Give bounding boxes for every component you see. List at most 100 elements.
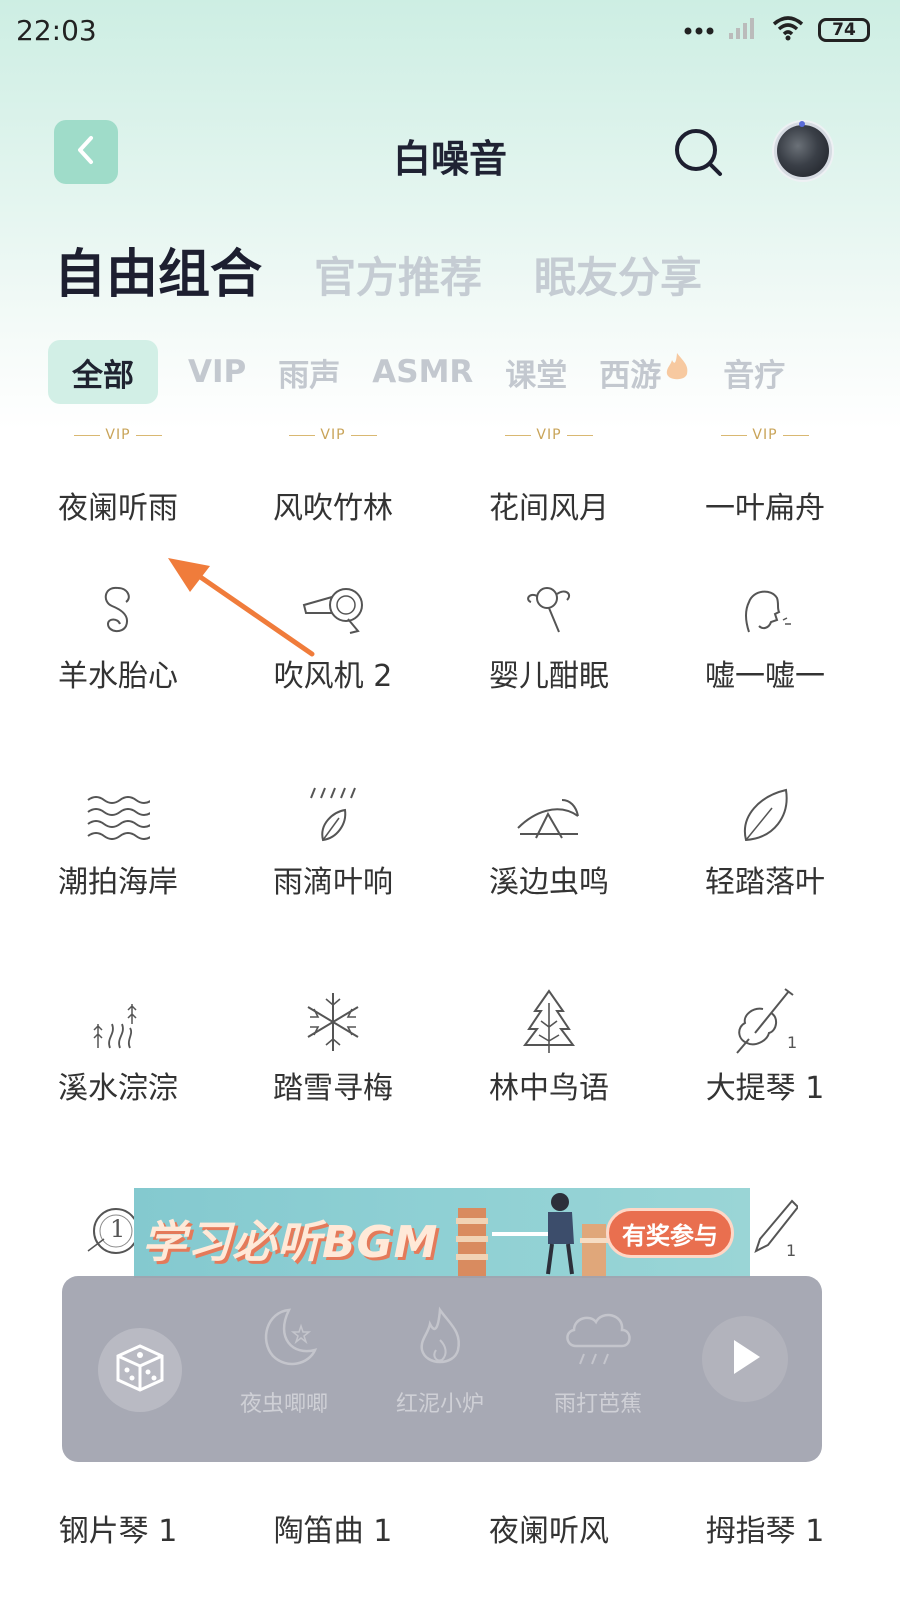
vip-badge: VIP (657, 415, 873, 455)
sound-label: 花间风月 (489, 491, 609, 526)
sound-item[interactable]: VIP 花间风月 (441, 415, 657, 527)
sound-item[interactable]: 轻踏落叶 (657, 781, 873, 901)
sound-item[interactable]: VIP 一叶扁舟 (657, 415, 873, 527)
sound-item[interactable]: 婴儿酣眠 (441, 575, 657, 695)
pen-icon: 1 (746, 1197, 806, 1261)
sound-label: 溪水淙淙 (58, 1071, 178, 1106)
sound-item[interactable]: 林中鸟语 (441, 987, 657, 1107)
disc-icon: 1 (84, 1203, 140, 1259)
instrument-number-badge: 1 (787, 1033, 798, 1052)
page-title: 白噪音 (392, 137, 507, 181)
cello-icon: 1 (657, 987, 873, 1057)
promo-banner[interactable]: 学习必听BGM 有奖参与 (134, 1188, 750, 1278)
chip-asmr[interactable]: ASMR (370, 354, 475, 390)
more-dots-icon (684, 21, 714, 40)
tab-free-combo[interactable]: 自由组合 (54, 232, 262, 307)
mix-slot[interactable]: 红泥小炉 (370, 1306, 510, 1418)
mix-slot-label: 雨打芭蕉 (553, 1392, 642, 1417)
random-mix-button[interactable] (98, 1328, 182, 1412)
instrument-number-badge: 1 (786, 1241, 797, 1260)
studying-illustration (452, 1188, 612, 1278)
sound-item[interactable]: 踏雪寻梅 (225, 987, 441, 1107)
sound-item[interactable]: 吹风机 2 (225, 575, 441, 695)
sound-label: 溪边虫鸣 (489, 865, 609, 900)
dice-icon (114, 1342, 166, 1398)
sound-label[interactable]: 钢片琴 1 (10, 1506, 226, 1550)
sound-item[interactable]: 羊水胎心 (10, 575, 226, 695)
waves-icon (10, 781, 226, 851)
sound-label: 吹风机 2 (273, 659, 393, 694)
chip-rain[interactable]: 雨声 (276, 350, 342, 395)
banner-title: 学习必听BGM (142, 1217, 439, 1268)
search-button[interactable] (672, 126, 726, 180)
wifi-icon (772, 15, 804, 45)
chip-classroom[interactable]: 课堂 (503, 350, 569, 395)
sound-label: 羊水胎心 (58, 659, 178, 694)
pine-tree-icon (441, 987, 657, 1057)
snowflake-icon (225, 987, 441, 1057)
mix-slot-label: 夜虫唧唧 (239, 1392, 328, 1417)
status-time: 22:03 (16, 14, 97, 47)
vip-badge: VIP (10, 415, 226, 455)
rain-cloud-icon (562, 1313, 634, 1376)
mix-slot-label: 红泥小炉 (395, 1392, 484, 1417)
shushing-face-icon (657, 575, 873, 645)
sound-label[interactable]: 陶笛曲 1 (225, 1506, 441, 1550)
hair-dryer-icon (225, 575, 441, 645)
chip-vip[interactable]: VIP (186, 354, 248, 390)
tab-user-share[interactable]: 眠友分享 (534, 244, 702, 305)
sound-item[interactable]: 雨滴叶响 (225, 781, 441, 901)
sound-label: 潮拍海岸 (58, 865, 178, 900)
sound-label: 嘘一嘘一 (705, 659, 825, 694)
sound-item[interactable]: 嘘一嘘一 (657, 575, 873, 695)
top-app-bar: 白噪音 (0, 110, 900, 200)
chip-xiyou-label: 西游 (599, 357, 662, 394)
status-bar: 22:03 74 (0, 0, 900, 60)
chip-xiyou[interactable]: 西游 (597, 350, 693, 395)
sound-item[interactable]: VIP 夜阑听雨 (10, 415, 226, 527)
sound-label: 轻踏落叶 (705, 865, 825, 900)
sound-item[interactable]: VIP 风吹竹林 (225, 415, 441, 527)
leaf-icon (657, 781, 873, 851)
avatar[interactable] (774, 122, 832, 180)
category-chips: 全部 VIP 雨声 ASMR 课堂 西游 音疗 (48, 340, 900, 404)
chip-sound-therapy[interactable]: 音疗 (721, 350, 787, 395)
sound-item[interactable]: 潮拍海岸 (10, 781, 226, 901)
sound-label: 一叶扁舟 (705, 491, 825, 526)
rain-leaf-icon (225, 781, 441, 851)
mix-slot[interactable]: 夜虫唧唧 (214, 1306, 354, 1418)
vip-badge: VIP (441, 415, 657, 455)
main-tabs: 自由组合 官方推荐 眠友分享 (54, 232, 702, 307)
sound-label: 踏雪寻梅 (273, 1071, 393, 1106)
notification-dot (799, 121, 805, 127)
rattle-icon (441, 575, 657, 645)
sound-item[interactable]: 溪水淙淙 (10, 987, 226, 1107)
vip-badge: VIP (225, 415, 441, 455)
play-icon (728, 1338, 762, 1380)
mixer-player-panel: 夜虫唧唧 红泥小炉 雨打芭蕉 (62, 1276, 822, 1462)
sound-item[interactable]: 溪边虫鸣 (441, 781, 657, 901)
signal-icon (728, 16, 758, 44)
status-icons: 74 (684, 14, 870, 46)
sound-label: 大提琴 1 (705, 1071, 825, 1106)
sound-label: 林中鸟语 (489, 1071, 609, 1106)
chip-all[interactable]: 全部 (48, 340, 158, 404)
flame-icon (412, 1306, 468, 1376)
moon-icon (249, 1308, 319, 1376)
sound-item[interactable]: 1 大提琴 1 (657, 987, 873, 1107)
banner-join-button[interactable]: 有奖参与 (606, 1208, 734, 1258)
womb-icon (10, 575, 226, 645)
flame-icon (663, 351, 691, 393)
sound-label: 风吹竹林 (273, 491, 393, 526)
grasshopper-icon (441, 781, 657, 851)
sound-label[interactable]: 拇指琴 1 (657, 1506, 873, 1550)
instrument-number-badge: 1 (110, 1215, 126, 1243)
tab-official-recommend[interactable]: 官方推荐 (314, 244, 482, 305)
play-button[interactable] (702, 1316, 788, 1402)
mix-slot[interactable]: 雨打芭蕉 (528, 1306, 668, 1418)
sound-label: 夜阑听雨 (58, 491, 178, 526)
stream-icon (10, 987, 226, 1057)
search-icon (672, 129, 726, 184)
battery-indicator: 74 (818, 18, 870, 42)
sound-label[interactable]: 夜阑听风 (441, 1506, 657, 1550)
